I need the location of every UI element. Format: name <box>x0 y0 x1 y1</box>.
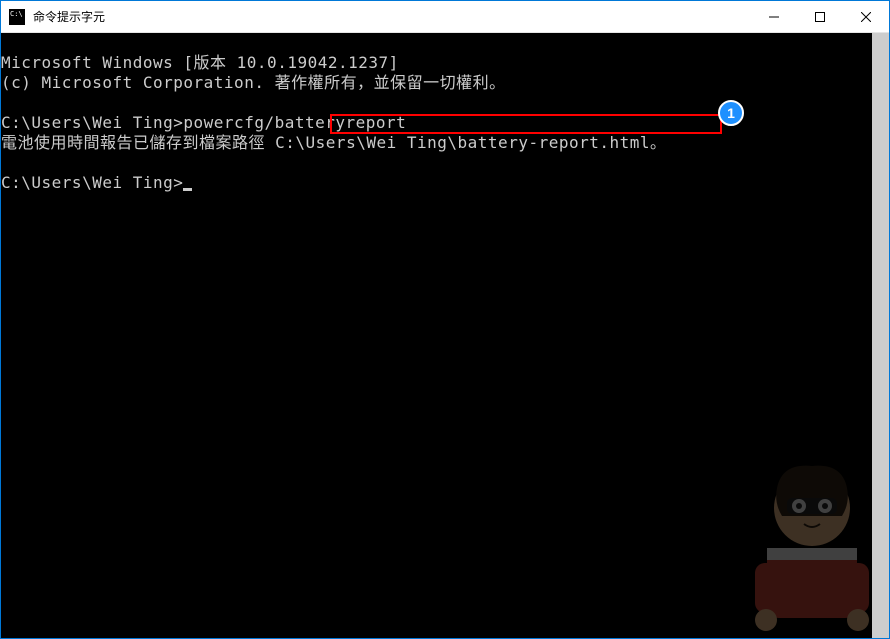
minimize-icon <box>769 12 779 22</box>
output-line: 電池使用時間報告已儲存到檔案路徑 C:\Users\Wei Ting\batte… <box>1 133 667 152</box>
vertical-scrollbar[interactable] <box>872 33 889 638</box>
terminal-container: Microsoft Windows [版本 10.0.19042.1237] (… <box>1 33 889 638</box>
cmd-icon <box>9 9 25 25</box>
output-line: C:\Users\Wei Ting>powercfg/batteryreport <box>1 113 406 132</box>
titlebar[interactable]: 命令提示字元 <box>1 1 889 33</box>
cursor <box>183 188 192 191</box>
window-controls <box>751 1 889 32</box>
close-button[interactable] <box>843 1 889 32</box>
output-line: (c) Microsoft Corporation. 著作權所有，並保留一切權利… <box>1 73 506 92</box>
window-title: 命令提示字元 <box>33 8 751 25</box>
command-prompt-window: 命令提示字元 Microsoft Windows [版本 10.0.19042.… <box>0 0 890 639</box>
maximize-button[interactable] <box>797 1 843 32</box>
scrollbar-thumb[interactable] <box>872 33 889 638</box>
prompt-line: C:\Users\Wei Ting> <box>1 173 192 192</box>
maximize-icon <box>815 12 825 22</box>
minimize-button[interactable] <box>751 1 797 32</box>
output-line: Microsoft Windows [版本 10.0.19042.1237] <box>1 53 399 72</box>
terminal-output[interactable]: Microsoft Windows [版本 10.0.19042.1237] (… <box>1 33 872 638</box>
prompt-prefix: C:\Users\Wei Ting> <box>1 173 183 192</box>
close-icon <box>861 12 871 22</box>
annotation-badge: 1 <box>718 100 744 126</box>
